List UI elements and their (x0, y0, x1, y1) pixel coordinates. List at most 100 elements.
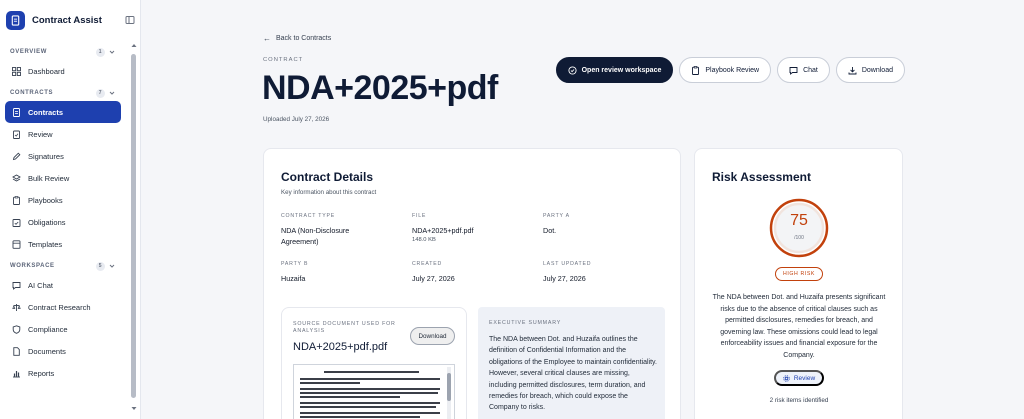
risk-items-count: 2 risk items identified (769, 397, 829, 404)
sidebar-item-label: Contracts (28, 107, 64, 117)
layers-icon (11, 173, 21, 183)
risk-summary-text: The NDA between Dot. and Huzaifa present… (712, 294, 886, 359)
field-value: Dot. (543, 226, 557, 235)
field-label: CONTRACT TYPE (281, 213, 336, 219)
calendar-check-icon (11, 217, 21, 227)
bar-chart-icon (11, 368, 21, 378)
uploaded-date: Uploaded July 27, 2026 (263, 116, 330, 123)
section-count: 5 (96, 261, 105, 271)
field-label: PARTY A (543, 213, 570, 219)
section-overview[interactable]: OVERVIEW 1 (10, 44, 128, 60)
field-party-a: PARTY A Dot. (543, 213, 663, 236)
sidebar-item-label: Templates (28, 239, 63, 249)
card-title: Risk Assessment (712, 170, 811, 184)
sidebar-item-contract-research[interactable]: Contract Research (5, 296, 121, 318)
sidebar-item-contracts[interactable]: Contracts (5, 101, 121, 123)
field-label: CREATED (412, 261, 443, 267)
arrow-left-icon: ← (263, 34, 271, 43)
sidebar-item-label: Playbooks (28, 195, 63, 205)
sidebar-item-label: AI Chat (28, 280, 54, 290)
chevron-down-icon[interactable] (108, 89, 116, 97)
scrollbar-thumb[interactable] (131, 54, 136, 398)
scroll-down-icon[interactable] (130, 405, 137, 412)
sidebar-item-bulk-review[interactable]: Bulk Review (5, 167, 121, 189)
source-download-button[interactable]: Download (410, 327, 455, 345)
sidebar-item-compliance[interactable]: Compliance (5, 318, 121, 340)
field-value: NDA+2025+pdf.pdf (412, 226, 474, 235)
source-document-filename: NDA+2025+pdf.pdf (293, 341, 388, 353)
brand[interactable]: Contract Assist (6, 9, 136, 31)
sidebar-item-reports[interactable]: Reports (5, 362, 121, 384)
clipboard-icon (691, 65, 700, 75)
chevron-down-icon[interactable] (108, 48, 116, 56)
field-last-updated: LAST UPDATED July 27, 2026 (543, 261, 663, 284)
chat-icon (789, 66, 798, 75)
header-actions: Open review workspace Playbook Review Ch… (555, 57, 905, 83)
sidebar-item-playbooks[interactable]: Playbooks (5, 189, 121, 211)
pen-icon (11, 151, 21, 161)
page-title: NDA+2025+pdf (262, 69, 498, 107)
executive-summary-text: The NDA between Dot. and Huzaifa outline… (489, 336, 657, 412)
page-eyebrow: CONTRACT (263, 57, 304, 63)
sidebar-item-dashboard[interactable]: Dashboard (5, 60, 121, 82)
chat-button[interactable]: Chat (777, 57, 830, 83)
sidebar-item-ai-chat[interactable]: AI Chat (5, 274, 121, 296)
chevron-down-icon[interactable] (108, 262, 116, 270)
back-link[interactable]: ← Back to Contracts (263, 34, 331, 43)
sidebar-item-label: Dashboard (28, 66, 65, 76)
sidebar-item-label: Reports (28, 368, 55, 378)
template-icon (11, 239, 21, 249)
risk-assessment-card: Risk Assessment 75 /100 HIGH RISK The ND… (694, 148, 903, 419)
button-label: Review (793, 374, 816, 382)
grid-icon (11, 66, 21, 76)
field-value: NDA (Non-Disclosure Agreement) (281, 226, 350, 246)
shield-icon (11, 324, 21, 334)
sidebar-toggle-icon[interactable] (124, 14, 136, 26)
download-button[interactable]: Download (835, 57, 905, 83)
sidebar-item-label: Compliance (28, 324, 68, 334)
section-count: 1 (96, 47, 105, 57)
sidebar-item-templates[interactable]: Templates (5, 233, 121, 255)
document-icon (11, 107, 21, 117)
sidebar-item-signatures[interactable]: Signatures (5, 145, 121, 167)
button-label: Playbook Review (705, 66, 760, 74)
app-logo-icon (6, 10, 25, 30)
app-name: Contract Assist (32, 14, 102, 26)
field-value: July 27, 2026 (412, 274, 455, 283)
section-label: OVERVIEW (10, 49, 48, 55)
sidebar-item-label: Signatures (28, 151, 64, 161)
scroll-up-icon[interactable] (130, 42, 137, 49)
sidebar-item-documents[interactable]: Documents (5, 340, 121, 362)
back-link-label: Back to Contracts (276, 35, 332, 42)
button-label: Open review workspace (581, 66, 662, 74)
open-review-workspace-button[interactable]: Open review workspace (555, 57, 674, 83)
sidebar-item-label: Contract Research (28, 302, 91, 312)
button-label: Chat (803, 66, 818, 74)
section-label: CONTRACTS (10, 90, 54, 96)
playbook-review-button[interactable]: Playbook Review (679, 57, 772, 83)
field-label: FILE (412, 213, 427, 219)
clipboard-icon (11, 195, 21, 205)
risk-score-max: /100 (794, 235, 804, 241)
field-value: Huzaifa (281, 274, 306, 283)
button-label: Download (861, 66, 893, 74)
risk-review-button[interactable]: Review (774, 370, 824, 386)
field-label: LAST UPDATED (543, 261, 592, 267)
source-document-panel: SOURCE DOCUMENT USED FOR ANALYSIS NDA+20… (281, 307, 467, 419)
scale-icon (11, 302, 21, 312)
section-workspace[interactable]: WORKSPACE 5 (10, 258, 128, 274)
sidebar-item-label: Documents (28, 346, 66, 356)
executive-summary-panel: EXECUTIVE SUMMARY The NDA between Dot. a… (478, 307, 665, 419)
executive-summary-label: EXECUTIVE SUMMARY (489, 320, 562, 326)
sidebar-item-review[interactable]: Review (5, 123, 121, 145)
sidebar-scrollbar[interactable] (130, 42, 137, 412)
field-value: July 27, 2026 (543, 274, 586, 283)
sidebar-item-obligations[interactable]: Obligations (5, 211, 121, 233)
sidebar-nav: OVERVIEW 1 Dashboard CONTRACTS 7 Contrac… (0, 44, 128, 384)
preview-scrollbar[interactable] (447, 367, 451, 419)
sidebar-item-label: Obligations (28, 217, 66, 227)
section-contracts[interactable]: CONTRACTS 7 (10, 85, 128, 101)
document-preview[interactable] (293, 364, 455, 419)
file-size: 148.0 KB (412, 237, 436, 243)
sidebar-item-label: Review (28, 129, 53, 139)
